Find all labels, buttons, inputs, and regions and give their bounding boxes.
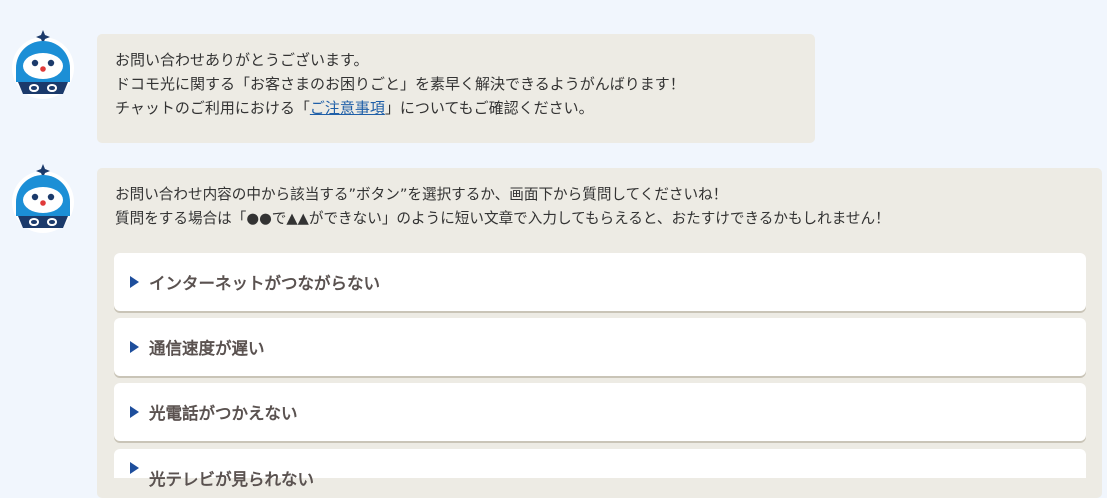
triangle-right-icon bbox=[130, 462, 139, 474]
message-line: チャットのご利用における「ご注意事項」についてもご確認ください。 bbox=[115, 96, 815, 120]
message-line: ドコモ光に関する「お客さまのお困りごと」を素早く解決できるようがんばります！ bbox=[115, 75, 685, 93]
bot-avatar-icon bbox=[12, 164, 74, 233]
notes-link[interactable]: ご注意事項 bbox=[310, 99, 385, 117]
message-line: お問い合わせありがとうございます。 bbox=[115, 51, 369, 69]
message-text: 」についてもご確認ください。 bbox=[384, 99, 594, 117]
message-text: チャットのご利用における「 bbox=[115, 99, 310, 117]
bot-message-bubble: お問い合わせありがとうございます。 ドコモ光に関する「お客さまのお困りごと」を素… bbox=[97, 34, 815, 143]
option-button-internet[interactable]: インターネットがつながらない bbox=[114, 253, 1086, 311]
option-label: 通信速度が遅い bbox=[149, 339, 265, 358]
triangle-right-icon bbox=[130, 341, 139, 353]
message-line: お問い合わせ内容の中から該当する”ボタン”を選択するか、画面下から質問してくださ… bbox=[115, 186, 728, 203]
option-button-phone[interactable]: 光電話がつかえない bbox=[114, 383, 1086, 441]
option-button-speed[interactable]: 通信速度が遅い bbox=[114, 318, 1086, 376]
option-label: インターネットがつながらない bbox=[149, 274, 380, 293]
bot-avatar-icon bbox=[12, 30, 74, 99]
triangle-right-icon bbox=[130, 406, 139, 418]
option-label: 光テレビが見られない bbox=[149, 470, 314, 489]
option-button-tv[interactable]: 光テレビが見られない bbox=[114, 449, 1086, 489]
triangle-right-icon bbox=[130, 276, 139, 288]
option-label: 光電話がつかえない bbox=[149, 404, 298, 423]
message-line: 質問をする場合は「●●で▲▲ができない」のように短い文章で入力してもらえると、お… bbox=[115, 210, 890, 227]
